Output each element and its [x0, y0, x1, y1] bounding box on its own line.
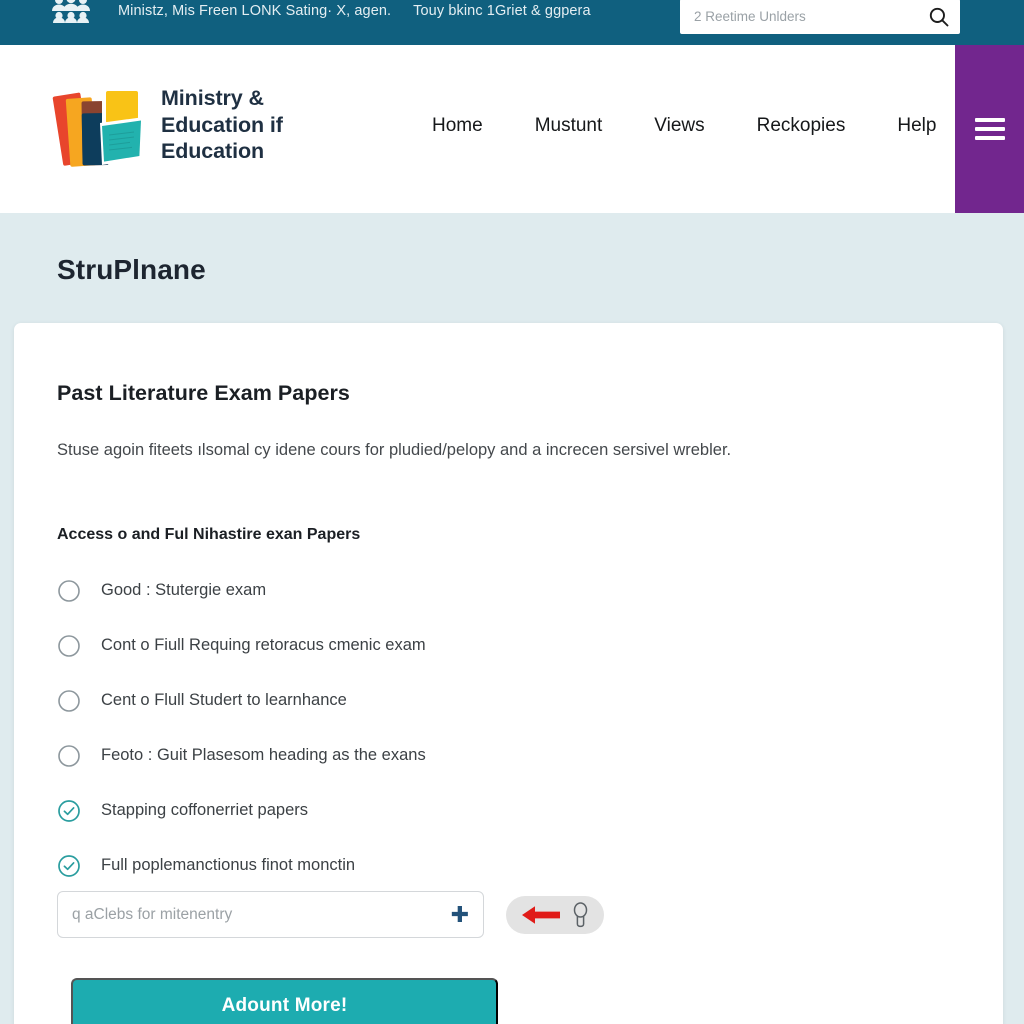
menu-toggle-button[interactable]	[955, 45, 1024, 213]
option-row-3[interactable]: Cent o Flull Studert to learnhance	[57, 673, 957, 728]
top-utility-link-1[interactable]: Ministz, Mis Freen LONK Sating· X, agen.	[118, 3, 391, 19]
nav-item-home[interactable]: Home	[432, 115, 509, 137]
entry-row: ✚	[57, 891, 604, 938]
option-row-6[interactable]: Full poplemanctionus finot monctin	[57, 838, 957, 893]
nav-item-reckopies[interactable]: Reckopies	[731, 115, 872, 137]
books-stack-icon	[52, 77, 148, 173]
page-title: StruPlnane	[57, 254, 206, 285]
learn-more-button[interactable]: Adount More!	[71, 978, 498, 1024]
entry-input[interactable]	[72, 905, 445, 924]
people-group-icon	[50, 0, 92, 23]
nav-item-views[interactable]: Views	[628, 115, 730, 137]
hamburger-icon	[974, 118, 1005, 140]
option-label: Stapping coffonerriet papers	[101, 801, 308, 819]
site-logo[interactable]: Ministry & Education if Education	[52, 77, 283, 173]
left-arrow-icon	[522, 905, 560, 924]
main-header: Ministry & Education if Education Home M…	[0, 45, 955, 213]
card-paragraph: Stuse agoin fiteets ılsomal cy idene cou…	[57, 441, 732, 459]
option-row-2[interactable]: Cont o Fiull Requing retoracus cmenic ex…	[57, 618, 957, 673]
primary-nav: Home Mustunt Views Reckopies Help	[432, 115, 962, 137]
radio-unchecked-icon[interactable]	[57, 689, 81, 713]
radio-unchecked-icon[interactable]	[57, 579, 81, 603]
mouse-cursor-icon	[573, 901, 588, 927]
card-heading: Past Literature Exam Papers	[57, 381, 350, 405]
search-icon[interactable]	[928, 6, 950, 28]
option-label: Cent o Flull Studert to learnhance	[101, 691, 347, 709]
site-logo-text: Ministry & Education if Education	[161, 86, 283, 164]
plus-icon[interactable]: ✚	[445, 903, 469, 926]
check-circle-icon[interactable]	[57, 799, 81, 823]
entry-field[interactable]: ✚	[57, 891, 484, 938]
top-utility-bar: Ministz, Mis Freen LONK Sating· X, agen.…	[0, 0, 1024, 45]
check-circle-icon[interactable]	[57, 854, 81, 878]
top-search-box[interactable]	[680, 0, 960, 34]
option-row-5[interactable]: Stapping coffonerriet papers	[57, 783, 957, 838]
cursor-annotation-badge	[506, 895, 604, 934]
nav-item-mustunt[interactable]: Mustunt	[509, 115, 629, 137]
option-label: Good : Stutergie exam	[101, 581, 267, 599]
card-subheading: Access o and Ful Nihastire exan Papers	[57, 526, 361, 543]
options-list: Good : Stutergie exam Cont o Fiull Requi…	[57, 563, 957, 893]
radio-unchecked-icon[interactable]	[57, 744, 81, 768]
option-row-1[interactable]: Good : Stutergie exam	[57, 563, 957, 618]
nav-item-help[interactable]: Help	[871, 115, 962, 137]
radio-unchecked-icon[interactable]	[57, 634, 81, 658]
top-utility-links: Ministz, Mis Freen LONK Sating· X, agen.…	[118, 3, 591, 19]
page-root: Ministz, Mis Freen LONK Sating· X, agen.…	[0, 0, 1024, 1024]
top-search-input[interactable]	[694, 9, 928, 24]
content-card: Past Literature Exam Papers Stuse agoin …	[14, 323, 1003, 1024]
option-label: Full poplemanctionus finot monctin	[101, 856, 356, 874]
option-label: Cont o Fiull Requing retoracus cmenic ex…	[101, 636, 426, 654]
option-row-4[interactable]: Feoto : Guit Plasesom heading as the exa…	[57, 728, 957, 783]
option-label: Feoto : Guit Plasesom heading as the exa…	[101, 746, 426, 764]
top-utility-link-2[interactable]: Touy bkinc 1Griet & ggpera	[413, 3, 591, 19]
